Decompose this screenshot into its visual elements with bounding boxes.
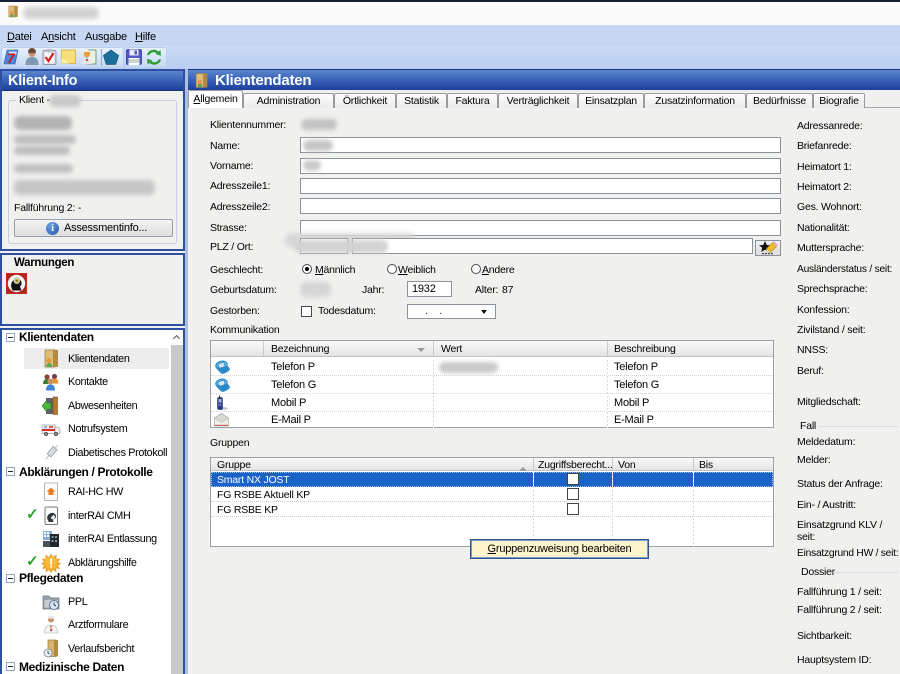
svg-text:!: ! [49,555,53,570]
